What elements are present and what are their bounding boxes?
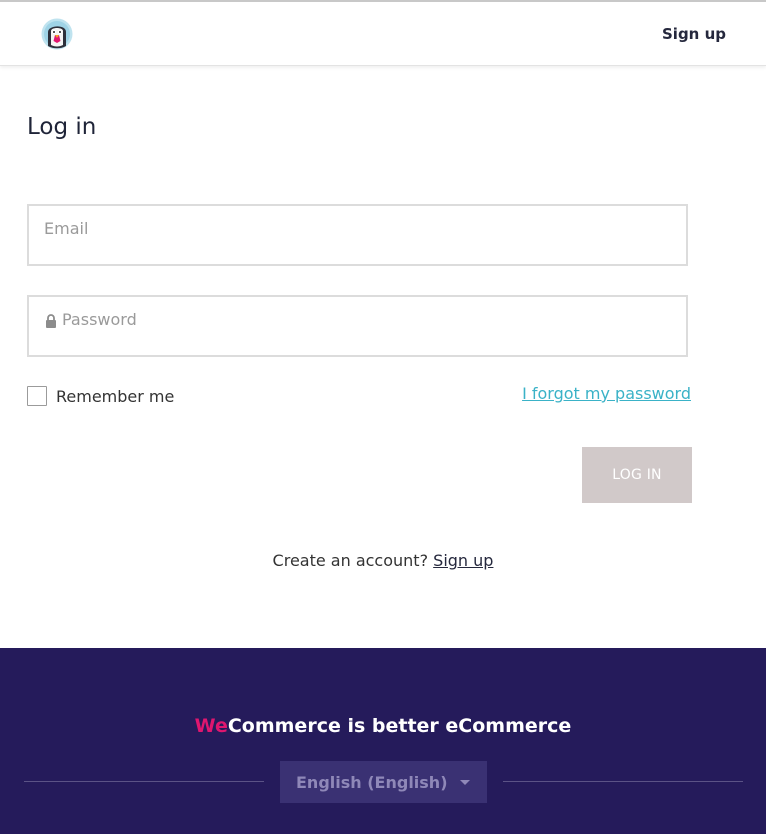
password-input[interactable] — [29, 297, 686, 355]
footer-divider-right — [503, 781, 743, 782]
tagline-rest: Commerce is better eCommerce — [227, 715, 572, 737]
remember-me-checkbox[interactable]: Remember me — [27, 385, 174, 407]
lock-icon — [46, 314, 56, 328]
top-header: Sign up — [0, 2, 766, 66]
password-field[interactable] — [27, 295, 688, 357]
email-field[interactable] — [27, 204, 688, 266]
language-select[interactable]: English (English) — [280, 761, 487, 803]
footer: WeCommerce is better eCommerce English (… — [0, 648, 766, 834]
remember-me-label: Remember me — [56, 386, 175, 406]
header-signup-link[interactable]: Sign up — [662, 25, 726, 43]
tagline-we: We — [194, 715, 228, 737]
email-input[interactable] — [29, 206, 686, 264]
language-select-value: English (English) — [296, 772, 448, 792]
caret-down-icon — [460, 780, 470, 785]
create-account-row: Create an account? Sign up — [0, 551, 766, 570]
prestashop-puffin-logo-icon[interactable] — [41, 18, 73, 50]
login-button[interactable]: LOG IN — [582, 447, 692, 503]
page-title: Log in — [27, 114, 97, 140]
footer-tagline: WeCommerce is better eCommerce — [0, 715, 766, 737]
create-account-prompt: Create an account? — [272, 551, 429, 570]
checkbox-box[interactable] — [27, 386, 47, 406]
forgot-password-link[interactable]: I forgot my password — [522, 384, 691, 403]
create-account-signup-link[interactable]: Sign up — [433, 551, 493, 570]
footer-divider-left — [24, 781, 264, 782]
